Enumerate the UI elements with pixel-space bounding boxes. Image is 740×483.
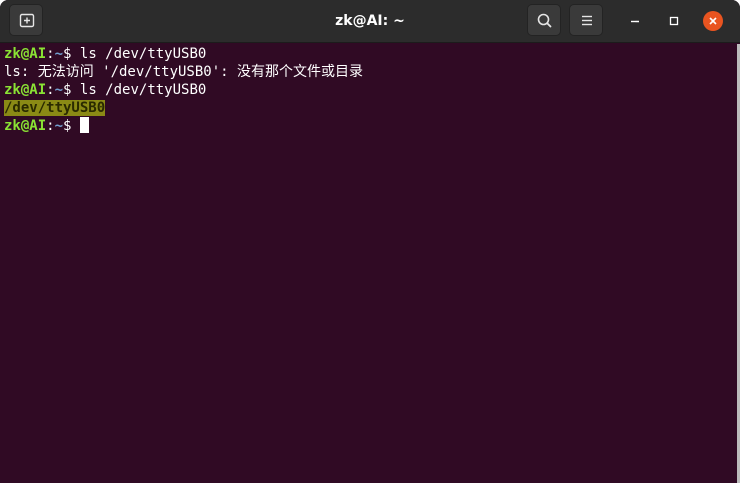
menu-button[interactable] <box>569 4 603 36</box>
search-icon <box>537 13 552 28</box>
terminal-window: zk@AI: ~ zk@AI:~$ ls /dev/ttyUSB0 ls: 无法… <box>0 0 740 483</box>
prompt-path: ~ <box>54 46 64 62</box>
terminal-line: zk@AI:~$ <box>4 117 736 135</box>
new-tab-button[interactable] <box>9 4 43 36</box>
terminal-output[interactable]: zk@AI:~$ ls /dev/ttyUSB0 ls: 无法访问 '/dev/… <box>4 45 736 479</box>
terminal-line: zk@AI:~$ ls /dev/ttyUSB0 <box>4 45 736 63</box>
hamburger-menu-icon <box>582 15 592 26</box>
terminal-line: ls: 无法访问 '/dev/ttyUSB0': 没有那个文件或目录 <box>4 63 736 81</box>
prompt-separator: : <box>46 82 55 98</box>
terminal-line: /dev/ttyUSB0 <box>4 99 736 117</box>
new-tab-icon <box>19 13 35 28</box>
minimize-icon <box>631 20 639 23</box>
command-text: ls /dev/ttyUSB0 <box>71 82 207 98</box>
maximize-button[interactable] <box>664 11 684 31</box>
maximize-icon <box>669 16 679 26</box>
terminal-line: zk@AI:~$ ls /dev/ttyUSB0 <box>4 81 736 99</box>
prompt-user: zk@AI <box>4 46 47 62</box>
prompt-separator: : <box>46 118 55 134</box>
minimize-button[interactable] <box>625 11 645 31</box>
close-button[interactable] <box>703 11 723 31</box>
prompt-path: ~ <box>54 82 64 98</box>
text-cursor <box>79 117 89 133</box>
window-title: zk@AI: ~ <box>335 13 405 29</box>
device-file-output: /dev/ttyUSB0 <box>4 100 106 116</box>
search-button[interactable] <box>527 4 561 36</box>
prompt-user: zk@AI <box>4 118 47 134</box>
error-output: ls: 无法访问 '/dev/ttyUSB0': 没有那个文件或目录 <box>4 64 364 80</box>
close-icon <box>709 17 717 25</box>
title-bar[interactable]: zk@AI: ~ <box>0 0 740 43</box>
command-text <box>71 118 79 134</box>
prompt-separator: : <box>46 46 55 62</box>
command-text: ls /dev/ttyUSB0 <box>71 46 207 62</box>
prompt-user: zk@AI <box>4 82 47 98</box>
prompt-path: ~ <box>54 118 64 134</box>
